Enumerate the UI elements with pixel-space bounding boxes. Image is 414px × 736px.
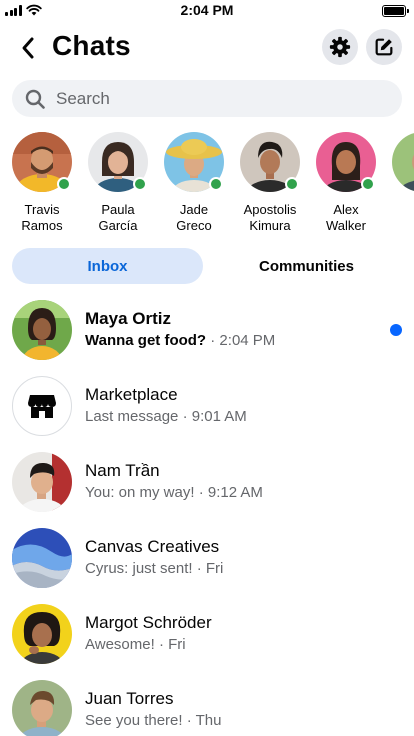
story-first-name: Paula <box>101 202 135 217</box>
online-indicator <box>57 177 71 191</box>
status-bar: 2:04 PM <box>0 0 414 22</box>
chat-row-marketplace[interactable]: Marketplace Last message · 9:01 AM <box>0 373 414 439</box>
settings-button[interactable] <box>322 29 358 65</box>
chat-name: Canvas Creatives <box>85 537 220 556</box>
story-partial[interactable]: LaPe <box>384 132 414 234</box>
tab-inbox[interactable]: Inbox <box>12 248 203 284</box>
status-time: 2:04 PM <box>180 2 234 18</box>
chat-time: · 9:01 AM <box>182 408 247 425</box>
avatar <box>12 376 72 436</box>
story-travis-ramos[interactable]: Travis Ramos <box>4 132 80 234</box>
chat-row-canvas-creatives[interactable]: Canvas Creatives Cyrus: just sent! · Fri <box>0 525 414 591</box>
avatar <box>12 452 72 512</box>
search-bar[interactable] <box>12 80 402 117</box>
online-indicator <box>285 177 299 191</box>
avatar <box>392 132 414 192</box>
chat-time: · 9:12 AM <box>198 484 263 501</box>
avatar <box>12 300 72 360</box>
chat-row-nam-tran[interactable]: Nam Trần You: on my way! · 9:12 AM <box>0 449 414 515</box>
chat-message: See you there! <box>85 712 183 729</box>
story-last-name: Kimura <box>249 218 291 233</box>
battery-icon <box>382 5 409 17</box>
compose-icon <box>375 38 393 56</box>
avatar <box>240 132 300 192</box>
storefront-icon <box>28 395 56 418</box>
story-first-name: Jade <box>179 202 209 217</box>
chevron-left-icon <box>22 37 34 59</box>
chat-row-juan-torres[interactable]: Juan Torres See you there! · Thu <box>0 677 414 736</box>
chat-name: Marketplace <box>85 385 178 404</box>
chat-name: Maya Ortiz <box>85 309 171 328</box>
avatar <box>12 604 72 664</box>
chat-name: Juan Torres <box>85 689 174 708</box>
chat-time: · Thu <box>186 712 222 729</box>
chat-time: · Fri <box>196 560 224 577</box>
back-button[interactable] <box>14 34 42 62</box>
story-last-name: Ramos <box>21 218 63 233</box>
avatar <box>164 132 224 192</box>
tab-communities[interactable]: Communities <box>211 248 402 284</box>
online-indicator <box>361 177 375 191</box>
story-last-name: García <box>98 218 138 233</box>
chat-message: Awesome! <box>85 636 155 653</box>
inbox-tabs: Inbox Communities <box>12 248 402 284</box>
story-last-name: Walker <box>326 218 366 233</box>
chat-message: You: on my way! <box>85 484 195 501</box>
unread-indicator <box>390 324 402 336</box>
chat-name: Nam Trần <box>85 461 160 480</box>
chat-row-maya-ortiz[interactable]: Maya Ortiz Wanna get food? · 2:04 PM <box>0 297 414 363</box>
story-first-name: Apostolis <box>243 202 297 217</box>
avatar <box>12 680 72 736</box>
active-contacts-row[interactable]: Travis Ramos Paula García Jade Greco Apo… <box>0 132 414 240</box>
avatar <box>88 132 148 192</box>
chat-time: · 2:04 PM <box>210 332 276 349</box>
story-apostolis-kimura[interactable]: Apostolis Kimura <box>232 132 308 234</box>
chat-time: · Fri <box>158 636 186 653</box>
story-alex-walker[interactable]: Alex Walker <box>308 132 384 234</box>
avatar <box>12 528 72 588</box>
online-indicator <box>133 177 147 191</box>
chat-message: Last message <box>85 408 179 425</box>
header: Chats <box>0 28 414 68</box>
compose-button[interactable] <box>366 29 402 65</box>
story-first-name: Alex <box>333 202 359 217</box>
chat-message: Cyrus: just sent! <box>85 560 193 577</box>
search-icon <box>24 88 46 110</box>
avatar <box>316 132 376 192</box>
story-last-name: Greco <box>176 218 212 233</box>
chat-message: Wanna get food? <box>85 332 207 349</box>
page-title: Chats <box>52 30 131 61</box>
story-first-name: Travis <box>24 202 60 217</box>
chat-row-margot-schroder[interactable]: Margot Schröder Awesome! · Fri <box>0 601 414 667</box>
gear-icon <box>329 36 351 58</box>
story-jade-greco[interactable]: Jade Greco <box>156 132 232 234</box>
avatar <box>12 132 72 192</box>
story-paula-garcia[interactable]: Paula García <box>80 132 156 234</box>
online-indicator <box>209 177 223 191</box>
chat-name: Margot Schröder <box>85 613 212 632</box>
search-input[interactable] <box>56 88 376 109</box>
